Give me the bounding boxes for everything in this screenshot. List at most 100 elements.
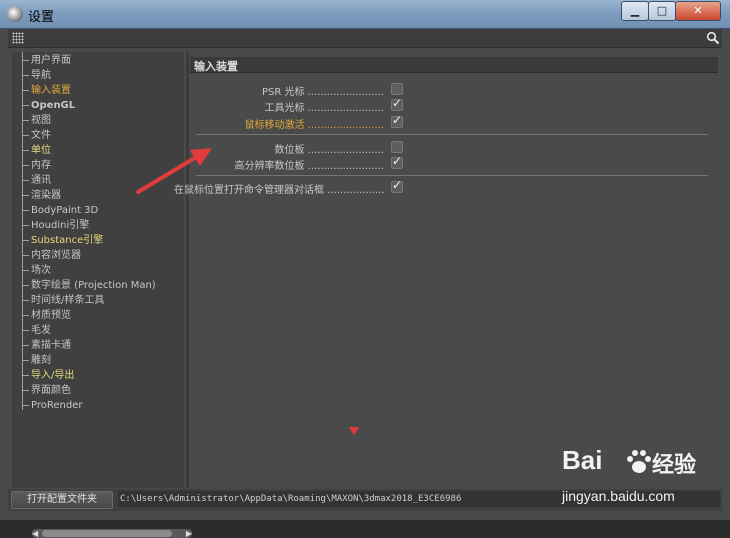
sidebar-item-label: Substance引擎 (31, 235, 104, 246)
sidebar-item-label: 导入/导出 (31, 370, 75, 381)
scroll-right-icon[interactable]: ▶ (186, 529, 192, 538)
sidebar-item-label: 数字绘景 (Projection Man) (31, 280, 156, 291)
sidebar-item[interactable]: 界面颜色 (22, 383, 184, 398)
option-label: 鼠标移动激活 ........................ (244, 120, 384, 131)
paw-icon (627, 450, 651, 473)
watermark-url: jingyan.baidu.com (562, 488, 675, 504)
sidebar-item-label: 毛发 (31, 325, 51, 336)
sidebar-item-label: ProRender (31, 400, 83, 411)
sidebar-item[interactable]: 时间线/样条工具 (22, 293, 184, 308)
search-icon[interactable] (706, 31, 720, 45)
sidebar-item[interactable]: 数字绘景 (Projection Man) (22, 278, 184, 293)
tree-branch (22, 60, 29, 61)
tree-branch (22, 210, 29, 211)
tree-branch (22, 390, 29, 391)
sidebar-item-label: 通讯 (31, 175, 51, 186)
sidebar-item-label: 素描卡通 (31, 340, 71, 351)
tree-branch (22, 375, 29, 376)
minimize-button[interactable]: ▁ (621, 1, 649, 21)
watermark-logo-text: Bai (562, 445, 603, 475)
checkmark-icon: ✓ (392, 96, 403, 110)
option-checkbox[interactable] (391, 83, 403, 95)
tree-branch (22, 345, 29, 346)
watermark-tail-text: 经验 (652, 453, 697, 478)
sidebar-item-label: 内容浏览器 (31, 250, 81, 261)
tree-branch (22, 90, 29, 91)
option-label: 数位板 ........................ (274, 145, 384, 156)
option-label: 工具光标 ........................ (264, 103, 384, 114)
tree-branch (22, 180, 29, 181)
settings-category-tree: 用户界面 导航 输入装置 OpenGL 视图 文件 单位 内存 通讯 渲染器 BodyPaint 3… (12, 52, 192, 538)
baidu-watermark: Bai 经验 jingyan.baidu.com (560, 445, 720, 515)
option-row: 工具光标 ........................ ✓ (190, 96, 410, 114)
sidebar-item-label: 导航 (31, 70, 51, 81)
down-triangle-marker-icon (349, 427, 359, 435)
option-row: 在鼠标位置打开命令管理器对话框 ........................… (174, 178, 410, 196)
sidebar-item[interactable]: OpenGL (22, 98, 184, 113)
option-checkbox[interactable]: ✓ (391, 96, 403, 111)
panel-splitter[interactable] (186, 52, 189, 488)
tree-branch (22, 75, 29, 76)
grid-menu-icon[interactable] (12, 32, 24, 44)
sidebar-item[interactable]: 导入/导出 (22, 368, 184, 383)
option-label: PSR 光标 ........................ (262, 87, 384, 98)
sidebar-item[interactable]: 场次 (22, 263, 184, 278)
sidebar-item[interactable]: 输入装置 (22, 83, 184, 98)
checkmark-icon: ✓ (392, 154, 403, 168)
option-row: 高分辨率数位板 ........................ ✓ (190, 154, 410, 172)
sidebar-item-label: BodyPaint 3D (31, 205, 99, 216)
window-title: 设置 (28, 10, 55, 25)
sidebar-item[interactable]: BodyPaint 3D (22, 203, 184, 218)
option-checkbox[interactable] (391, 141, 403, 153)
sidebar-item-label: 文件 (31, 130, 51, 141)
sidebar-item[interactable]: 视图 (22, 113, 184, 128)
sidebar-item-label: 输入装置 (31, 85, 71, 96)
sidebar-item-label: 时间线/样条工具 (31, 295, 105, 306)
tree-branch (22, 405, 29, 406)
sidebar-item-label: 单位 (31, 145, 51, 156)
scroll-left-icon[interactable]: ◀ (32, 529, 38, 538)
separator (196, 134, 708, 135)
sidebar-item-label: 渲染器 (31, 190, 61, 201)
tree-branch (22, 195, 29, 196)
cinema4d-app-icon (7, 6, 23, 22)
settings-window: 设置 ▁ □ ✕ 用户界面 导航 输入装置 OpenGL 视图 文件 单位 内存 通讯 渲染器 Bo… (0, 0, 730, 538)
close-button[interactable]: ✕ (675, 1, 721, 21)
settings-content-panel: 输入装置 PSR 光标 ........................ 工具光标… (174, 52, 721, 488)
sidebar-item[interactable]: 材质预览 (22, 308, 184, 323)
sidebar-item[interactable]: 毛发 (22, 323, 184, 338)
expand-arrow-icon[interactable] (22, 192, 23, 198)
tree-branch (22, 120, 29, 121)
sidebar-item[interactable]: 雕刻 (22, 353, 184, 368)
option-checkbox[interactable]: ✓ (391, 113, 403, 128)
tree-branch (22, 300, 29, 301)
tree-branch (22, 315, 29, 316)
maximize-button[interactable]: □ (648, 1, 676, 21)
sidebar-item[interactable]: 用户界面 (22, 53, 184, 68)
option-checkbox[interactable]: ✓ (391, 154, 403, 169)
sidebar-item-label: 用户界面 (31, 55, 71, 66)
sidebar-item[interactable]: 导航 (22, 68, 184, 83)
open-config-folder-button[interactable]: 打开配置文件夹 (11, 491, 113, 509)
option-row: PSR 光标 ........................ (190, 81, 410, 98)
tree-branch (22, 105, 29, 106)
sidebar-item[interactable]: Houdini引擎 (22, 218, 184, 233)
sidebar-item-label: 界面颜色 (31, 385, 71, 396)
sidebar-item[interactable]: 素描卡通 (22, 338, 184, 353)
title-bar[interactable]: 设置 ▁ □ ✕ (0, 0, 730, 29)
annotation-arrow (136, 148, 212, 194)
separator (196, 175, 708, 176)
option-checkbox[interactable]: ✓ (391, 178, 403, 193)
tree-branch (22, 225, 29, 226)
scrollbar-thumb[interactable] (42, 530, 172, 537)
section-header: 输入装置 (190, 57, 718, 73)
expand-arrow-icon[interactable] (22, 387, 23, 393)
sidebar-item-label: 场次 (31, 265, 51, 276)
sidebar-item[interactable]: Substance引擎 (22, 233, 184, 248)
option-row: 鼠标移动激活 ........................ ✓ (190, 113, 410, 131)
option-row: 数位板 ........................ (190, 139, 410, 156)
sidebar-item[interactable]: ProRender (22, 398, 184, 413)
horizontal-scrollbar[interactable]: ◀ ▶ (32, 529, 192, 538)
expand-arrow-icon[interactable] (22, 372, 23, 378)
sidebar-item[interactable]: 内容浏览器 (22, 248, 184, 263)
